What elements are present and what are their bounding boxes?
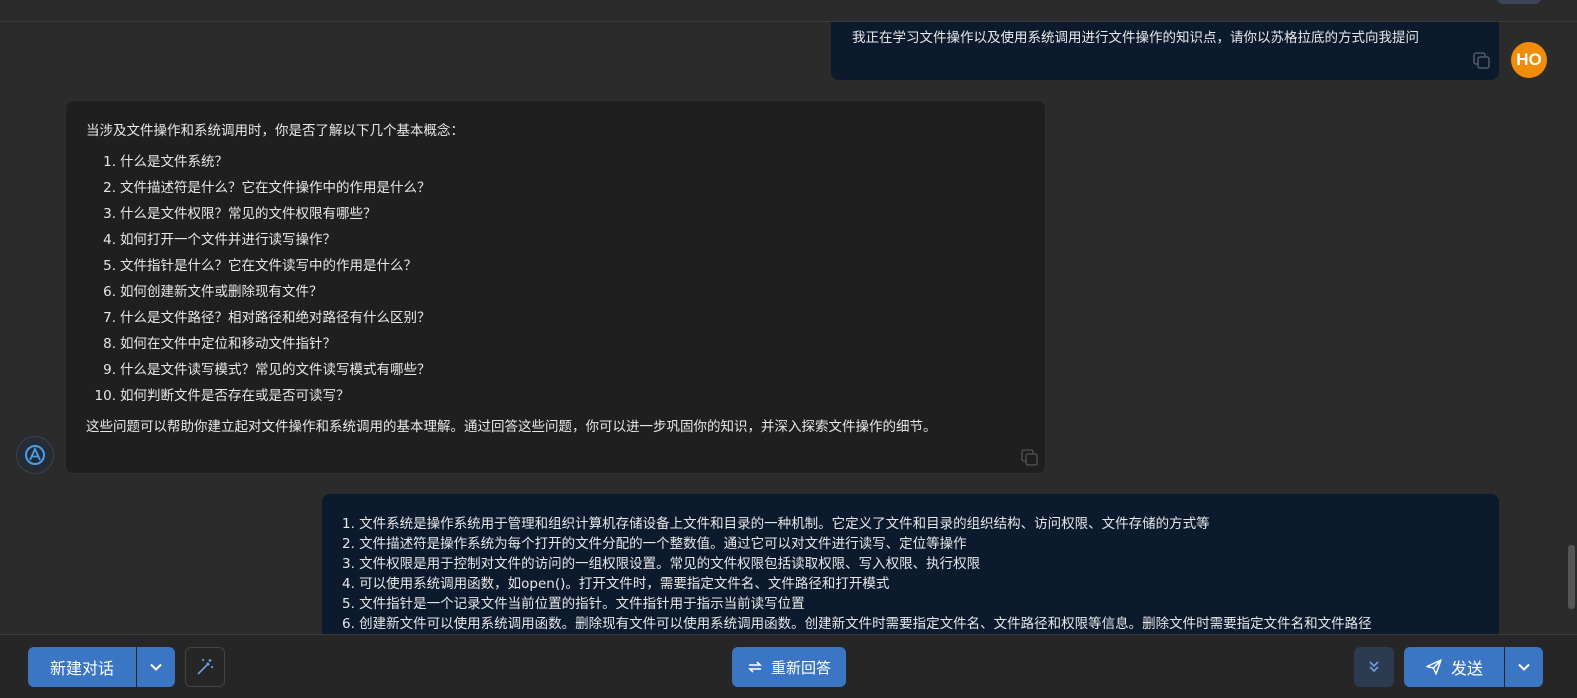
bot-message-bubble: 当涉及文件操作和系统调用时，你是否了解以下几个基本概念： 1. 什么是文件系统？ … <box>65 100 1046 474</box>
list-item: 7. 什么是文件路径？相对路径和绝对路径有什么区别？ <box>103 310 431 326</box>
double-chevron-down-icon <box>1369 661 1379 673</box>
magic-wand-icon <box>197 659 213 675</box>
send-label: 发送 <box>1450 659 1483 678</box>
list-item: 1. 什么是文件系统？ <box>103 154 228 170</box>
bot-logo-icon <box>25 445 45 465</box>
magic-wand-button[interactable] <box>185 647 225 687</box>
list-item: 4. 可以使用系统调用函数，如open()。打开文件时，需要指定文件名、文件路径… <box>342 576 890 592</box>
list-item: 8. 如何在文件中定位和移动文件指针？ <box>103 336 336 352</box>
regenerate-button[interactable]: 重新回答 <box>732 647 846 687</box>
list-item: 3. 文件权限是用于控制对文件的访问的一组权限设置。常见的文件权限包括读取权限、… <box>342 556 981 572</box>
chat-area: 我正在学习文件操作以及使用系统调用进行文件操作的知识点，请你以苏格拉底的方式向我… <box>0 22 1566 634</box>
chevron-down-icon <box>1518 663 1530 671</box>
bottom-toolbar: 新建对话 重新回答 发送 <box>0 634 1577 698</box>
list-item: 10. 如何判断文件是否存在或是否可读写？ <box>94 388 350 404</box>
copy-icon[interactable] <box>1473 52 1491 70</box>
copy-icon[interactable] <box>1021 449 1039 467</box>
regenerate-label: 重新回答 <box>770 658 831 677</box>
list-item: 4. 如何打开一个文件并进行读写操作？ <box>103 232 336 248</box>
send-button[interactable]: 发送 <box>1404 647 1504 687</box>
bot-intro-text: 当涉及文件操作和系统调用时，你是否了解以下几个基本概念： <box>86 123 464 139</box>
top-strip <box>0 0 1577 22</box>
list-item: 6. 创建新文件可以使用系统调用函数。删除现有文件可以使用系统调用函数。创建新文… <box>342 616 1372 632</box>
list-item: 3. 什么是文件权限？常见的文件权限有哪些？ <box>103 206 377 222</box>
new-chat-button[interactable]: 新建对话 <box>28 647 136 687</box>
bot-outro-text: 这些问题可以帮助你建立起对文件操作和系统调用的基本理解。通过回答这些问题，你可以… <box>86 419 937 435</box>
send-dropdown-button[interactable] <box>1505 647 1543 687</box>
scrollbar-thumb[interactable] <box>1568 545 1575 609</box>
bot-question-list: 1. 什么是文件系统？ 2. 文件描述符是什么？它在文件操作中的作用是什么？ 3. 什… <box>86 149 1025 409</box>
list-item: 2. 文件描述符是操作系统为每个打开的文件分配的一个整数值。通过它可以对文件进行… <box>342 536 967 552</box>
new-chat-dropdown-button[interactable] <box>137 647 175 687</box>
user-message-text: 我正在学习文件操作以及使用系统调用进行文件操作的知识点，请你以苏格拉底的方式向我… <box>852 30 1419 46</box>
send-icon <box>1426 659 1442 675</box>
list-item: 9. 什么是文件读写模式？常见的文件读写模式有哪些？ <box>103 362 431 378</box>
list-item: 1. 文件系统是操作系统用于管理和组织计算机存储设备上文件和目录的一种机制。它定… <box>342 516 1210 532</box>
top-corner-button[interactable] <box>1497 0 1541 4</box>
list-item: 6. 如何创建新文件或删除现有文件？ <box>103 284 323 300</box>
user-avatar: HO <box>1511 42 1547 78</box>
list-item: 5. 文件指针是一个记录文件当前位置的指针。文件指针用于指示当前读写位置 <box>342 596 805 612</box>
chevron-down-icon <box>150 663 162 671</box>
refresh-icon <box>748 661 762 673</box>
bot-avatar <box>16 436 54 474</box>
chat-scrollbar[interactable] <box>1566 22 1577 634</box>
user-message-bubble: 我正在学习文件操作以及使用系统调用进行文件操作的知识点，请你以苏格拉底的方式向我… <box>831 22 1499 80</box>
list-item: 2. 文件描述符是什么？它在文件操作中的作用是什么？ <box>103 180 431 196</box>
user-answer-bubble: 1. 文件系统是操作系统用于管理和组织计算机存储设备上文件和目录的一种机制。它定… <box>322 494 1499 634</box>
list-item: 5. 文件指针是什么？它在文件读写中的作用是什么？ <box>103 258 417 274</box>
scroll-to-bottom-button[interactable] <box>1354 647 1394 687</box>
